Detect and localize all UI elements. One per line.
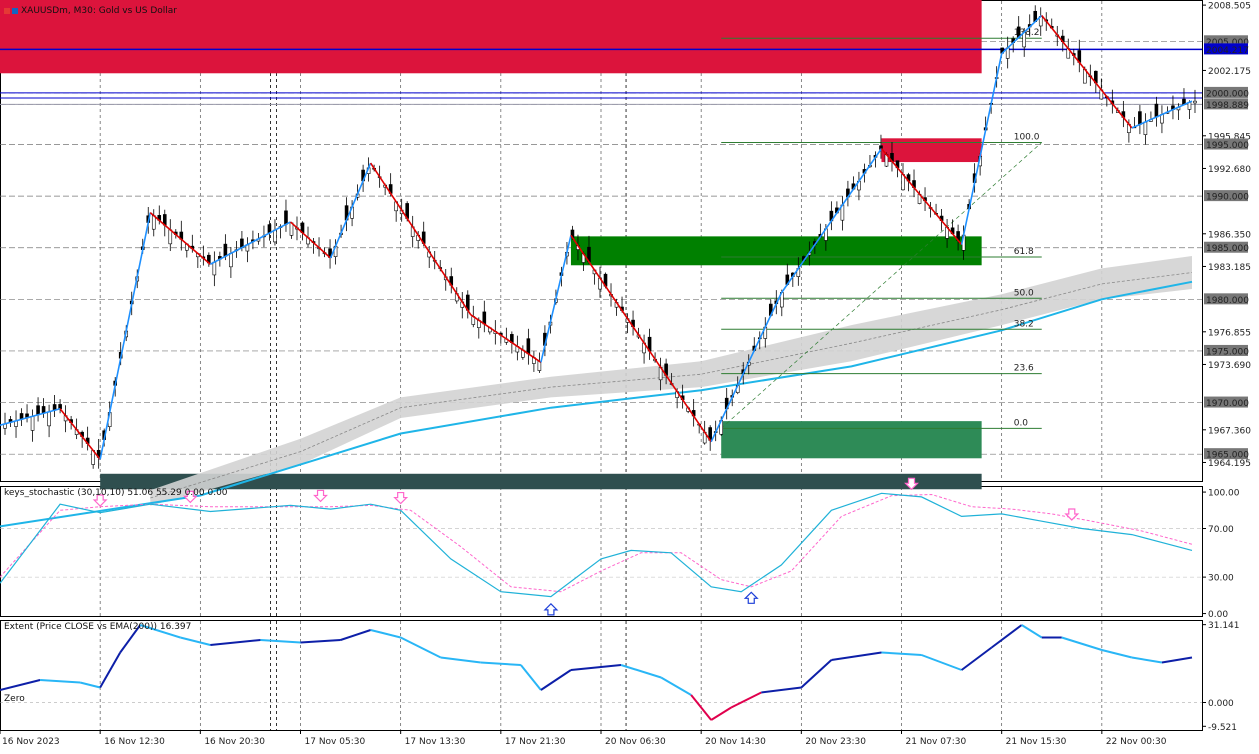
price-axis-label: 1992.680: [1208, 165, 1251, 175]
candle-body: [151, 215, 156, 230]
extent-axis-label: 31.141: [1208, 621, 1240, 631]
fib-level-label: 100.0: [1014, 132, 1040, 142]
stochastic-title: keys_stochastic (30,10,10) 51.06 55.29 0…: [4, 488, 228, 498]
fib-level-label: 0.0: [1014, 418, 1029, 428]
extent-axis-label: 0.000: [1208, 699, 1234, 709]
price-axis-label: 2000.000: [1206, 89, 1249, 99]
stoch-axis-label: 30.00: [1208, 574, 1234, 584]
price-axis-label: 2008.505: [1208, 2, 1251, 12]
zone-demand_zone_mid: [721, 421, 982, 459]
candle-body: [30, 416, 35, 431]
time-axis-label: 20 Nov 23:30: [805, 737, 866, 747]
candle-body: [1143, 121, 1148, 135]
fib-level-label: 61.8: [1014, 247, 1034, 257]
time-axis-label: 22 Nov 00:30: [1106, 737, 1167, 747]
time-axis-label: 21 Nov 07:30: [906, 737, 967, 747]
time-axis-label: 17 Nov 05:30: [305, 737, 366, 747]
candle-body: [168, 229, 173, 245]
candle-body: [36, 405, 40, 416]
price-axis-label: 1970.000: [1206, 399, 1249, 409]
price-axis-label: 1986.350: [1208, 230, 1251, 240]
price-axis-label: 1976.855: [1208, 328, 1251, 338]
price-axis-label: 1975.000: [1206, 347, 1249, 357]
fib-level-label: 50.0: [1014, 288, 1034, 298]
time-axis-label: 20 Nov 14:30: [705, 737, 766, 747]
extent-axis-label: -9.521: [1208, 723, 1237, 733]
candle-body: [229, 253, 233, 268]
candle-body: [1022, 31, 1027, 48]
candle-body: [482, 311, 487, 325]
candle-body: [1138, 111, 1142, 125]
price-axis-label: 1964.195: [1208, 459, 1251, 469]
stoch-axis-label: 0.00: [1208, 610, 1228, 620]
candle-body: [223, 243, 228, 257]
price-axis-label: 1980.000: [1206, 296, 1249, 306]
price-axis-label: 1990.000: [1206, 193, 1249, 203]
pane-frame-stoch: [0, 486, 1203, 617]
stochastic-title-text: keys_stochastic (30,10,10) 51.06 55.29 0…: [4, 488, 228, 498]
price-axis-label: 1967.360: [1208, 426, 1251, 436]
stoch-axis-label: 70.00: [1208, 525, 1234, 535]
time-axis-label: 16 Nov 20:30: [204, 737, 265, 747]
time-axis-label: 17 Nov 21:30: [505, 737, 566, 747]
price-axis-label: 1998.889: [1206, 101, 1249, 111]
candle-body: [47, 411, 51, 427]
candle-body: [1154, 103, 1159, 118]
candle-body: [58, 404, 62, 410]
time-axis-label: 16 Nov 12:30: [104, 737, 165, 747]
extent-zero-label-text: Zero: [4, 694, 25, 704]
stoch-axis-label: 100.00: [1208, 489, 1240, 499]
fib-level-label: 38.2: [1014, 319, 1034, 329]
symbol-title-text: XAUUSDm, M30: Gold vs US Dollar: [21, 6, 177, 16]
time-axis-label: 16 Nov 2023: [2, 737, 60, 747]
price-axis-label: 1973.690: [1208, 361, 1251, 371]
candle-body: [1193, 100, 1197, 104]
time-axis-label: 21 Nov 15:30: [1006, 737, 1067, 747]
time-axis-label: 17 Nov 13:30: [405, 737, 466, 747]
price-axis-label: 2002.175: [1208, 67, 1251, 77]
market-icon: [12, 7, 18, 14]
time-axis-label: 20 Nov 06:30: [605, 737, 666, 747]
extent-zero-label: Zero: [4, 694, 25, 704]
extent-title-text: Extent (Price CLOSE vs EMA(200)) 16.397: [4, 622, 192, 632]
candle-body: [526, 338, 531, 355]
candle-body: [284, 210, 288, 225]
chart-canvas: 138.2100.061.850.038.223.60.02008.505200…: [0, 0, 1251, 747]
zone-supply_zone: [881, 138, 982, 163]
symbol-title: XAUUSDm, M30: Gold vs US Dollar: [4, 6, 177, 16]
extent-title: Extent (Price CLOSE vs EMA(200)) 16.397: [4, 622, 191, 632]
trading-chart: 138.2 100.0 61.8 50.0 38.2 23.6 0.0 2008.505 200…: [0, 0, 1259, 750]
candle-body: [273, 229, 277, 243]
price-axis-label: 1995.000: [1206, 141, 1249, 151]
price-axis-label: 1983.185: [1208, 263, 1251, 273]
chart-icon: [4, 7, 10, 14]
current-price-label: 2004.217: [1206, 46, 1249, 56]
candle-body: [212, 261, 217, 276]
price-axis-label: 1985.000: [1206, 244, 1249, 254]
fib-level-label: 23.6: [1014, 364, 1034, 374]
